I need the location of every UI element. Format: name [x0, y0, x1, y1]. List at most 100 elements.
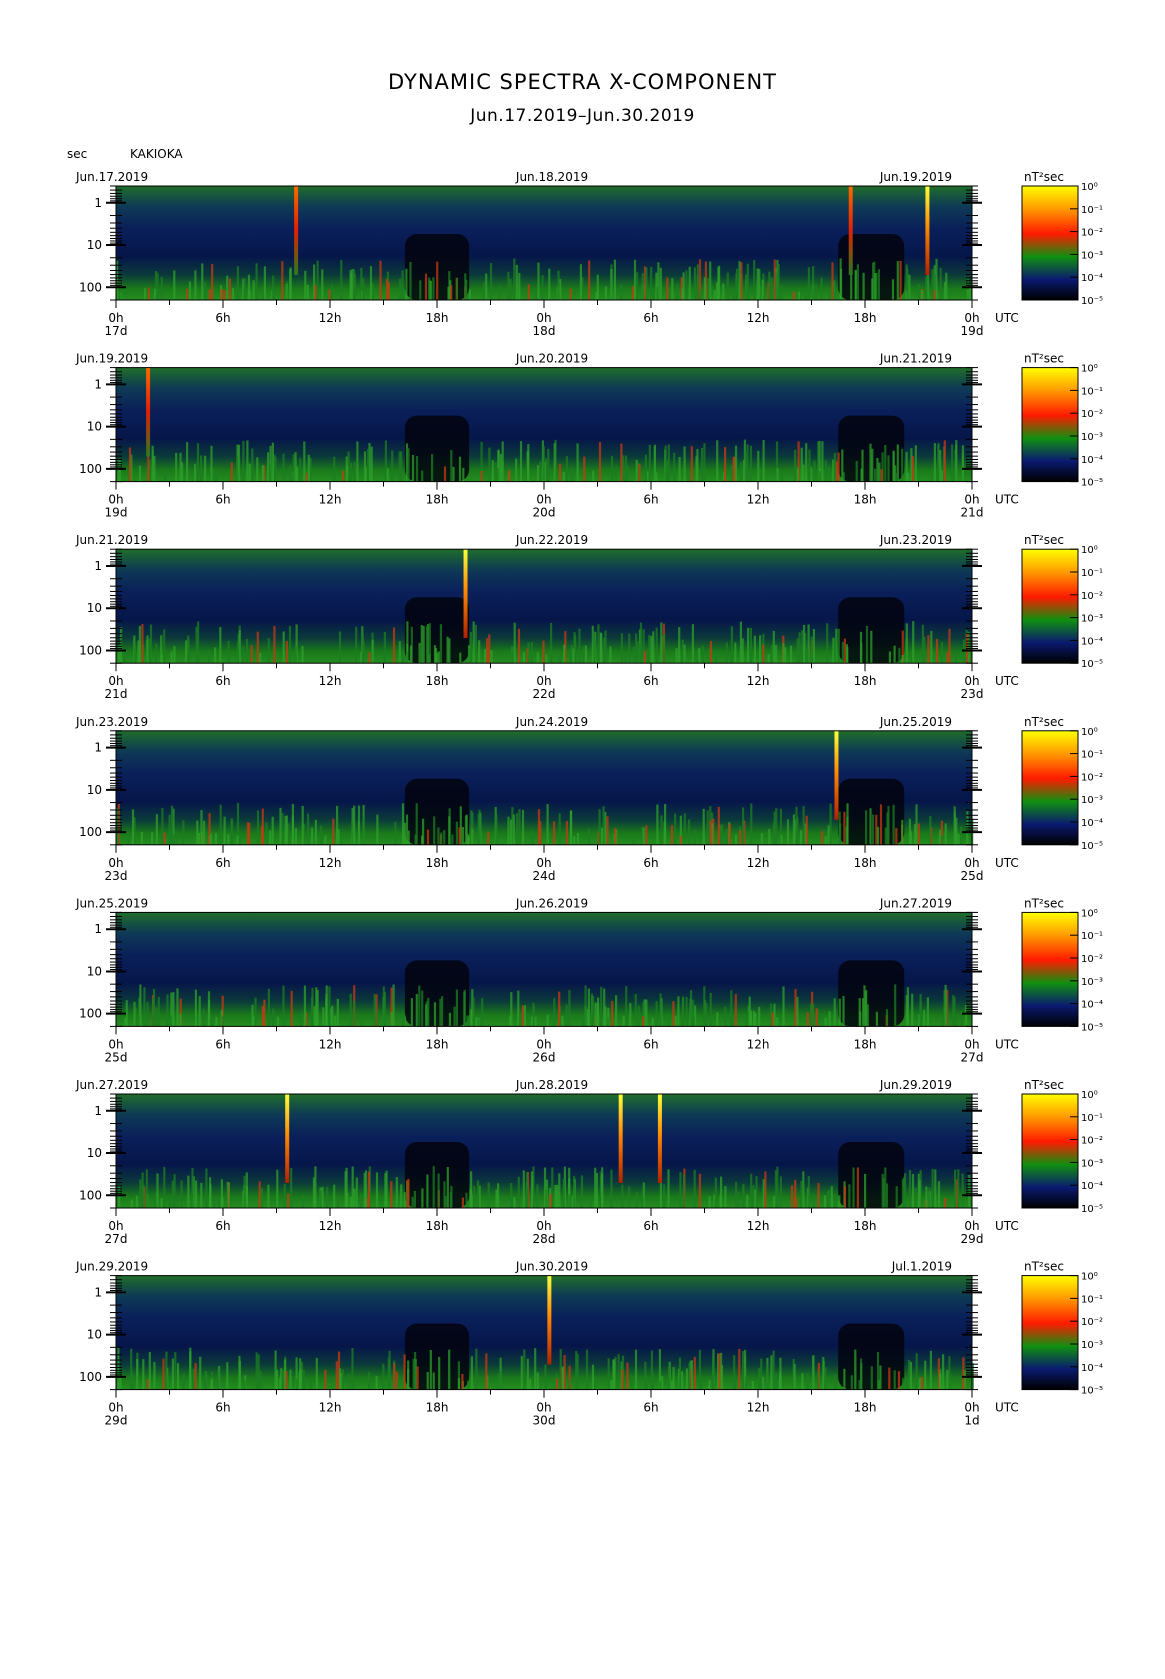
- panel-mid-date: Jun.22.2019: [515, 533, 588, 547]
- spectrum-texture: [899, 260, 902, 300]
- spectrum-texture: [806, 649, 809, 664]
- spectrum-texture: [401, 270, 404, 300]
- spectrum-texture: [355, 1177, 358, 1208]
- spectrum-texture: [642, 1016, 645, 1027]
- x-tick-label: 12h: [747, 311, 770, 325]
- spectrum-texture: [917, 283, 920, 300]
- spectrum-texture: [565, 821, 568, 845]
- colorbar-tick-label: 10⁻²: [1081, 954, 1103, 965]
- x-tick-label: 12h: [319, 1219, 342, 1233]
- spectrum-texture: [837, 452, 840, 482]
- colorbar-tick-label: 10⁰: [1081, 364, 1098, 375]
- x-tick-label: 0h: [964, 1219, 979, 1233]
- spectrum-texture: [162, 1358, 165, 1390]
- spectrum-texture: [172, 992, 175, 1027]
- spectrum-texture: [482, 282, 485, 300]
- spectrum-texture: [133, 1001, 136, 1027]
- spectrum-texture: [634, 994, 637, 1027]
- spectrum-texture: [466, 1015, 469, 1027]
- spectrum-texture: [592, 470, 595, 482]
- spectrum-texture: [607, 1358, 610, 1390]
- spectrum-texture: [339, 1373, 343, 1390]
- spectrum-texture: [761, 279, 764, 300]
- spectrum-texture: [565, 456, 568, 482]
- spectrum-texture: [907, 1359, 911, 1390]
- spectrum-texture: [961, 1173, 964, 1208]
- spectrum-texture: [841, 641, 844, 664]
- spectrum-texture: [349, 270, 352, 300]
- spectrum-texture: [518, 809, 521, 845]
- spectrum-texture: [917, 823, 920, 845]
- colorbar-tick-label: 10⁻³: [1081, 977, 1103, 988]
- spectrum-texture: [563, 644, 566, 664]
- spectrum-texture: [565, 1004, 568, 1027]
- spectrum-texture: [578, 628, 581, 664]
- spectrum-texture: [450, 1185, 453, 1208]
- spectrum-texture: [886, 812, 889, 845]
- spectrum-texture: [282, 985, 285, 1027]
- spectrum-texture: [316, 260, 319, 300]
- spectrum-texture: [437, 651, 440, 664]
- spectrum-texture: [850, 1375, 853, 1390]
- spectrum-texture: [636, 272, 639, 300]
- spectrum-texture: [893, 1370, 896, 1390]
- spectrum-texture: [306, 284, 309, 300]
- spectrum-texture: [336, 805, 339, 845]
- spectrum-texture: [411, 1196, 414, 1208]
- spectrum-texture: [182, 1373, 185, 1390]
- x-unit-label: UTC: [995, 856, 1019, 870]
- spectrum-texture: [553, 443, 556, 482]
- spectrum-texture: [281, 261, 284, 300]
- spectrum-texture: [163, 1167, 166, 1208]
- spectrogram-panel: Jun.21.2019 Jun.22.2019 Jun.23.2019 1 10 100 0…: [75, 533, 1103, 701]
- spectrum-texture: [760, 833, 763, 845]
- x-unit-label: UTC: [995, 493, 1019, 507]
- spectrum-texture: [367, 1371, 371, 1390]
- spectrum-texture: [330, 284, 333, 300]
- x-tick-label: 18h: [426, 1401, 449, 1415]
- spectrum-texture: [822, 1357, 825, 1390]
- spectrum-texture: [717, 806, 720, 845]
- spectrum-texture: [652, 1374, 655, 1390]
- spectrum-texture: [903, 1177, 906, 1208]
- spectrum-texture: [620, 633, 623, 664]
- x-tick-label: 6h: [643, 493, 658, 507]
- spectrum-texture: [231, 288, 235, 300]
- spectrum-texture: [312, 1177, 315, 1208]
- spectrum-texture: [794, 989, 797, 1027]
- spectrum-texture: [724, 447, 727, 482]
- spectrum-texture: [160, 635, 163, 664]
- spectrum-texture: [812, 1003, 815, 1027]
- spectrum-texture: [562, 471, 565, 482]
- spectrum-texture: [939, 267, 942, 300]
- spectrum-texture: [267, 1184, 270, 1208]
- spectrum-texture: [119, 1376, 122, 1390]
- spectrum-texture: [304, 270, 307, 300]
- spectrum-texture: [728, 823, 731, 845]
- spectrum-texture: [826, 623, 829, 664]
- spectrum-texture: [893, 645, 896, 664]
- spectrum-texture: [750, 1173, 753, 1208]
- spectrum-texture: [448, 1012, 451, 1027]
- x-tick-label: 0h: [964, 1401, 979, 1415]
- x-tick-label: 6h: [643, 674, 658, 688]
- spectrum-texture: [598, 809, 601, 845]
- spectrum-texture: [386, 468, 389, 482]
- spectrum-texture: [948, 1356, 951, 1390]
- spectrum-texture: [733, 1355, 736, 1390]
- x-unit-label: UTC: [995, 1219, 1019, 1233]
- spectrum-texture: [544, 1364, 547, 1390]
- x-tick-label: 0h: [536, 1401, 551, 1415]
- spectrum-texture: [531, 830, 534, 845]
- spectrum-texture: [356, 441, 359, 482]
- spectrum-texture: [303, 441, 306, 482]
- spectrum-texture: [261, 465, 264, 482]
- spectrum-texture: [685, 270, 688, 300]
- spectrum-texture: [905, 291, 908, 300]
- spectrum-texture: [470, 1195, 473, 1208]
- spectrum-texture: [485, 1353, 488, 1390]
- spectrum-texture: [205, 1371, 208, 1390]
- spectrum-texture: [895, 828, 898, 845]
- y-tick-label: 100: [79, 280, 102, 294]
- spectrum-texture: [517, 1176, 520, 1208]
